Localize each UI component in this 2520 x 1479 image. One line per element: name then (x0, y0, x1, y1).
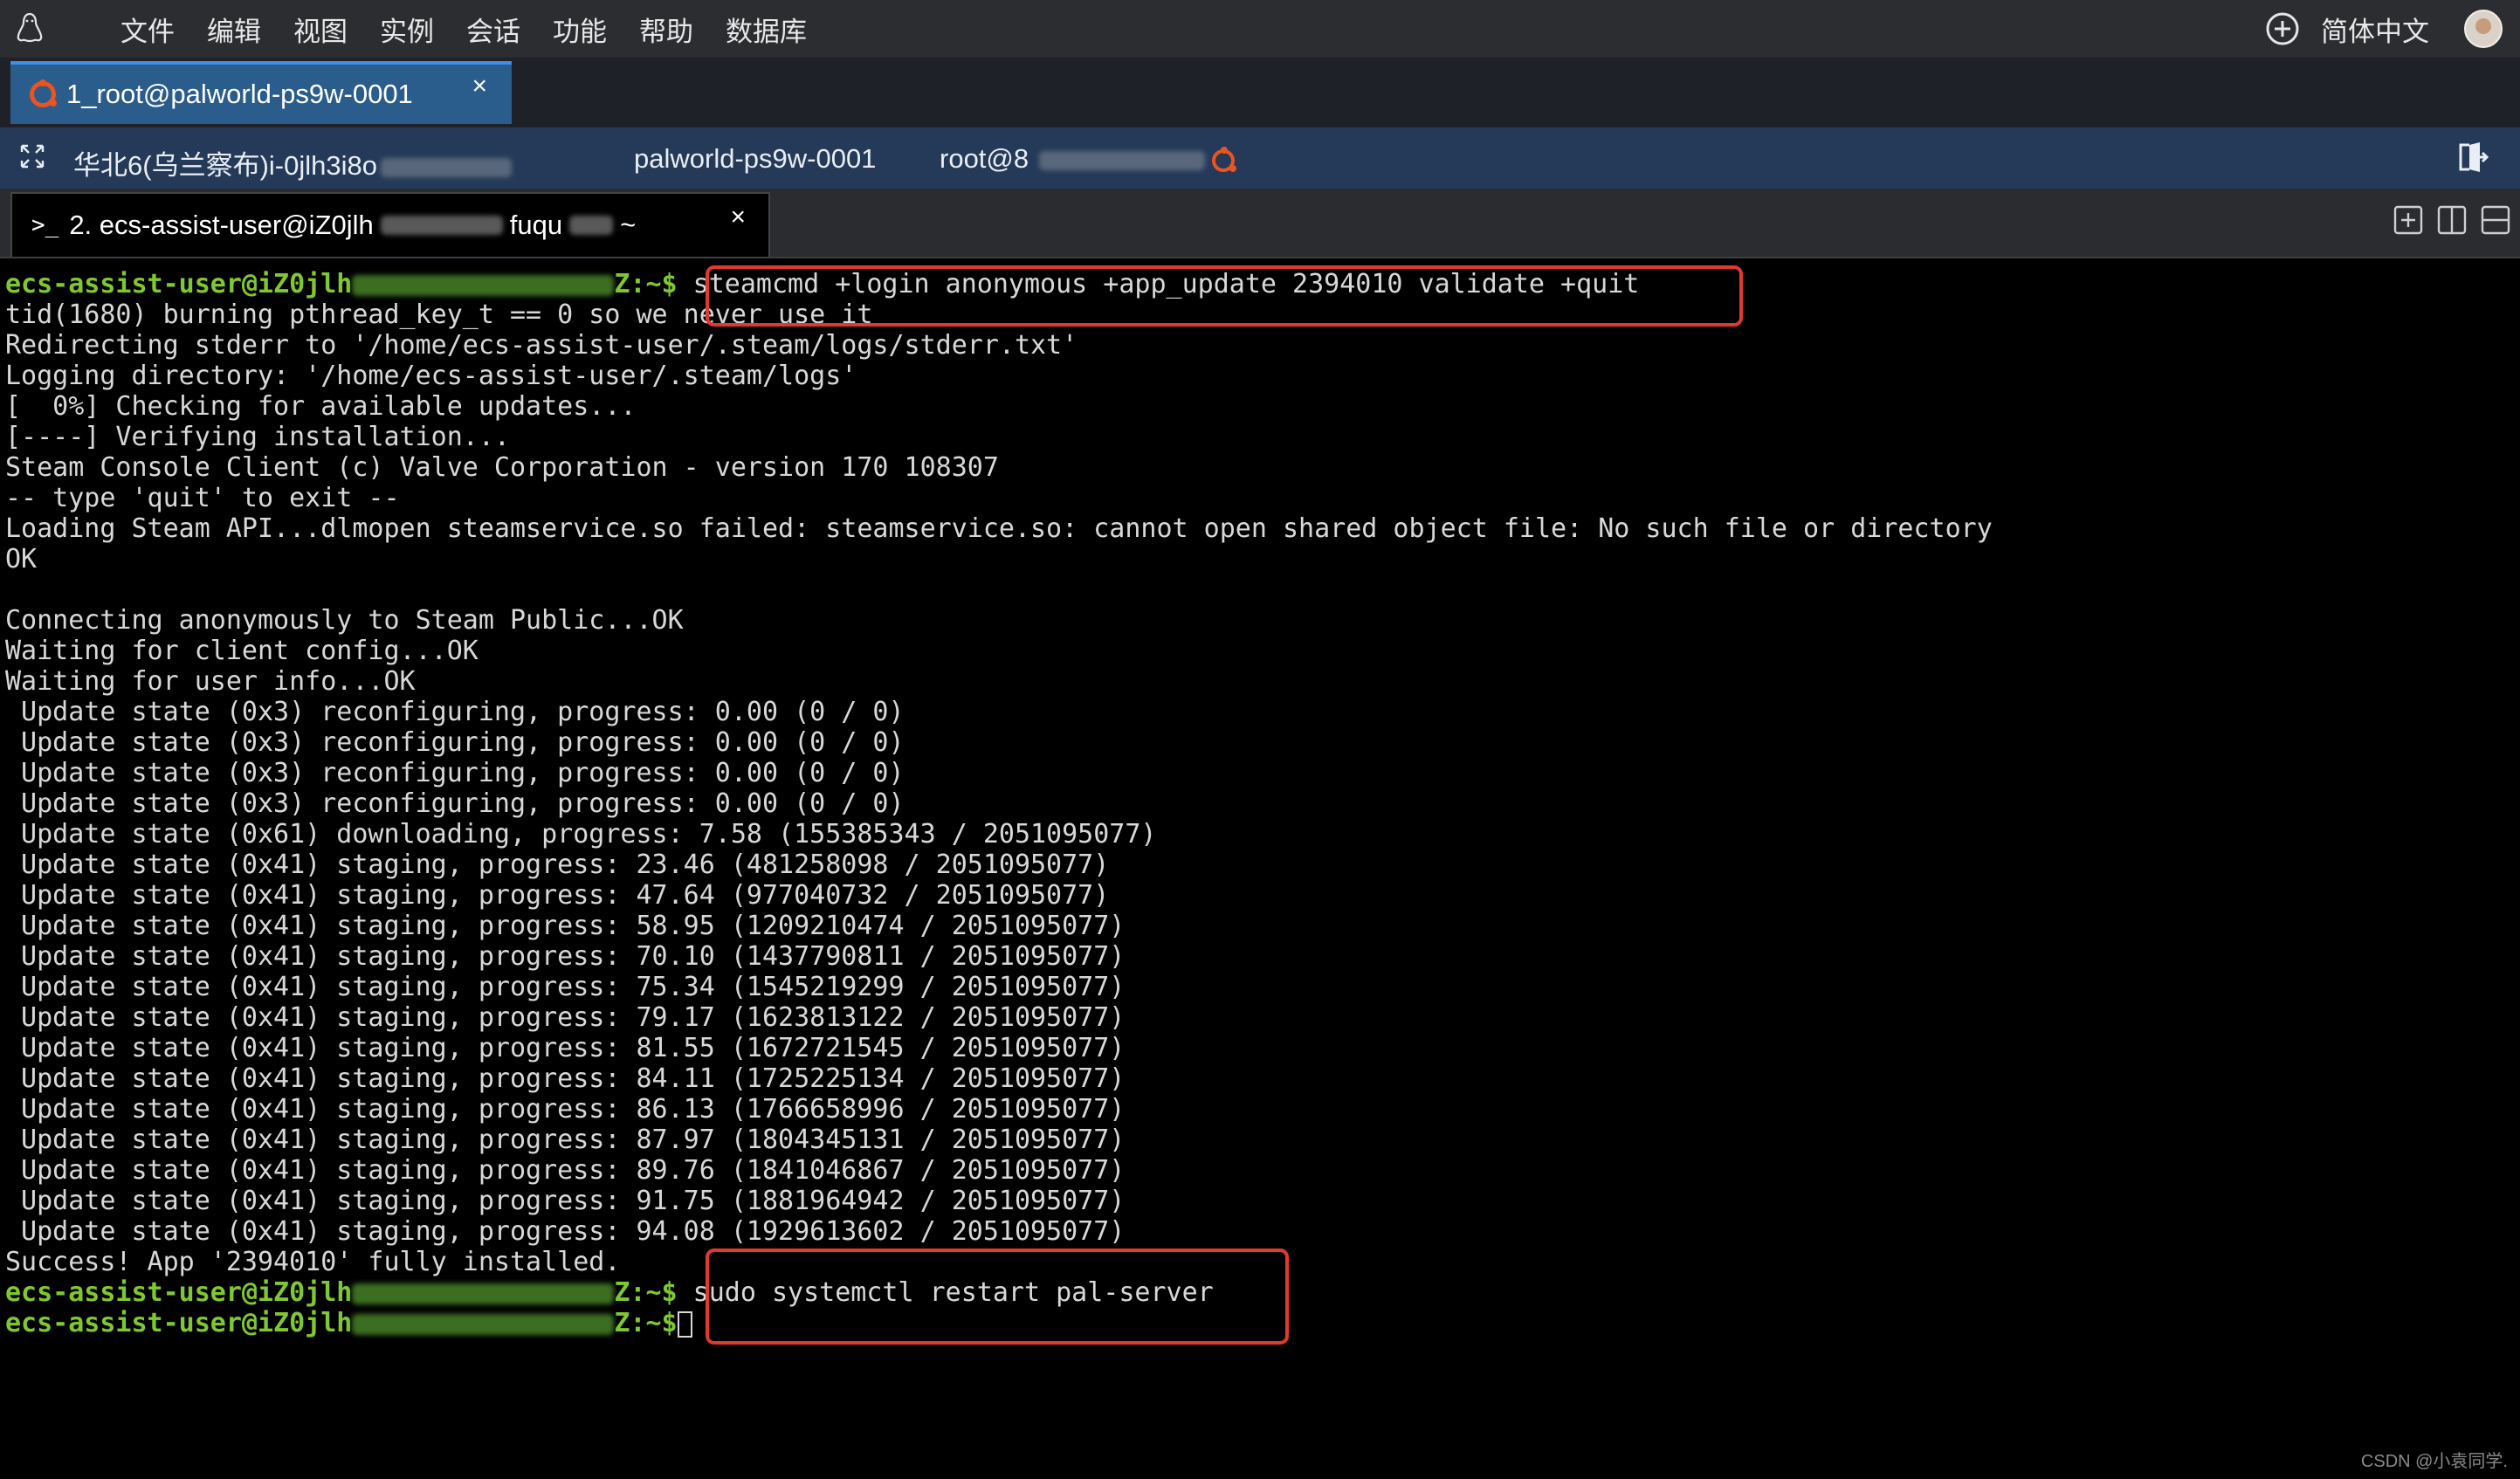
output-line: Update state (0x41) staging, progress: 8… (5, 1155, 1126, 1186)
output-line: Update state (0x41) staging, progress: 8… (5, 1063, 1126, 1094)
output-line: Update state (0x41) staging, progress: 9… (5, 1216, 1126, 1247)
output-line: Connecting anonymously to Steam Public..… (5, 605, 684, 636)
output-line: Update state (0x41) staging, progress: 2… (5, 850, 1110, 880)
output-line: Update state (0x41) staging, progress: 9… (5, 1186, 1126, 1216)
host-name: palworld-ps9w-0001 (634, 143, 877, 174)
output-line: Update state (0x41) staging, progress: 5… (5, 911, 1126, 941)
highlight-box-steamcmd (706, 265, 1743, 327)
output-line: Update state (0x41) staging, progress: 8… (5, 1033, 1126, 1063)
terminal-tab-suffix: fuqu (509, 210, 563, 240)
terminal-icon: >_ (31, 212, 59, 238)
prompt-line-3: ecs-assist-user@iZ0jlh Z:~$ (5, 1308, 692, 1338)
language-selector[interactable]: 简体中文 (2321, 10, 2429, 49)
app-menubar: 文件 编辑 视图 实例 会话 功能 帮助 数据库 简体中文 (0, 0, 2520, 58)
output-line: Logging directory: '/home/ecs-assist-use… (5, 361, 857, 391)
text-cursor (677, 1310, 692, 1338)
output-line: Update state (0x3) reconfiguring, progre… (5, 697, 905, 727)
user-host: root@8 (940, 143, 1237, 175)
terminal-tab-bar: >_ 2. ecs-assist-user@iZ0jlh fuqu ~ × (0, 189, 2520, 258)
output-line: Update state (0x41) staging, progress: 7… (5, 941, 1126, 972)
terminal-tab-title: 2. ecs-assist-user@iZ0jlh (69, 210, 374, 240)
output-line: [----] Verifying installation... (5, 422, 510, 452)
new-tab-icon[interactable] (2393, 204, 2424, 236)
menu-database[interactable]: 数据库 (726, 10, 807, 49)
output-line: Update state (0x3) reconfiguring, progre… (5, 788, 905, 819)
exit-icon[interactable] (2455, 140, 2490, 175)
main-menu: 文件 编辑 视图 实例 会话 功能 帮助 数据库 (120, 0, 839, 58)
menu-file[interactable]: 文件 (120, 10, 175, 49)
output-line: Update state (0x3) reconfiguring, progre… (5, 758, 905, 788)
penguin-logo-icon[interactable] (12, 10, 47, 45)
watermark: CSDN @小袁同学. (2360, 1452, 2508, 1471)
output-line: Update state (0x41) staging, progress: 4… (5, 880, 1110, 911)
ubuntu-icon (30, 79, 57, 107)
menu-help[interactable]: 帮助 (639, 10, 693, 49)
menu-features[interactable]: 功能 (553, 10, 607, 49)
menu-view[interactable]: 视图 (293, 10, 348, 49)
output-line: [ 0%] Checking for available updates... (5, 391, 637, 422)
split-controls (2380, 204, 2511, 236)
fullscreen-icon[interactable] (19, 143, 45, 169)
output-line: Redirecting stderr to '/home/ecs-assist-… (5, 330, 1078, 361)
session-tab[interactable]: 1_root@palworld-ps9w-0001 × (10, 61, 512, 124)
avatar[interactable] (2464, 10, 2503, 48)
output-line: Loading Steam API...dlmopen steamservice… (5, 513, 1993, 544)
output-line: Waiting for user info...OK (5, 666, 416, 697)
output-line: Update state (0x41) staging, progress: 8… (5, 1125, 1126, 1155)
output-line: Update state (0x61) downloading, progres… (5, 819, 1157, 850)
menu-edit[interactable]: 编辑 (207, 10, 261, 49)
highlight-box-restart (706, 1249, 1289, 1345)
session-tab-bar: 1_root@palworld-ps9w-0001 × (0, 58, 2520, 127)
add-circle-icon[interactable] (2265, 11, 2300, 46)
close-session-tab-icon[interactable]: × (472, 72, 487, 101)
split-horizontal-icon[interactable] (2480, 204, 2511, 236)
output-line: OK (5, 544, 38, 574)
terminal-tab[interactable]: >_ 2. ecs-assist-user@iZ0jlh fuqu ~ × (10, 192, 770, 257)
output-line: Steam Console Client (c) Valve Corporati… (5, 452, 999, 483)
close-terminal-tab-icon[interactable]: × (730, 203, 746, 232)
connection-info-bar: 华北6(乌兰察布)i-0jlh3i8o palworld-ps9w-0001 r… (0, 127, 2520, 189)
output-line: Waiting for client config...OK (5, 636, 479, 666)
terminal-tab-tilde: ~ (620, 210, 637, 240)
session-tab-title: 1_root@palworld-ps9w-0001 (66, 79, 413, 109)
output-line: Update state (0x41) staging, progress: 7… (5, 1002, 1126, 1033)
region-instance-id: 华北6(乌兰察布)i-0jlh3i8o (73, 143, 512, 182)
split-vertical-icon[interactable] (2436, 204, 2468, 236)
menu-session[interactable]: 会话 (466, 10, 520, 49)
output-line: -- type 'quit' to exit -- (5, 483, 400, 513)
menu-instance[interactable]: 实例 (380, 10, 434, 49)
output-line: Success! App '2394010' fully installed. (5, 1247, 621, 1277)
output-line: Update state (0x3) reconfiguring, progre… (5, 727, 905, 758)
output-line: Update state (0x41) staging, progress: 7… (5, 972, 1126, 1002)
menubar-right: 简体中文 (2265, 0, 2503, 58)
output-line: Update state (0x41) staging, progress: 8… (5, 1094, 1126, 1125)
terminal-output[interactable]: ecs-assist-user@iZ0jlh Z:~$ steamcmd +log… (0, 265, 2520, 1479)
